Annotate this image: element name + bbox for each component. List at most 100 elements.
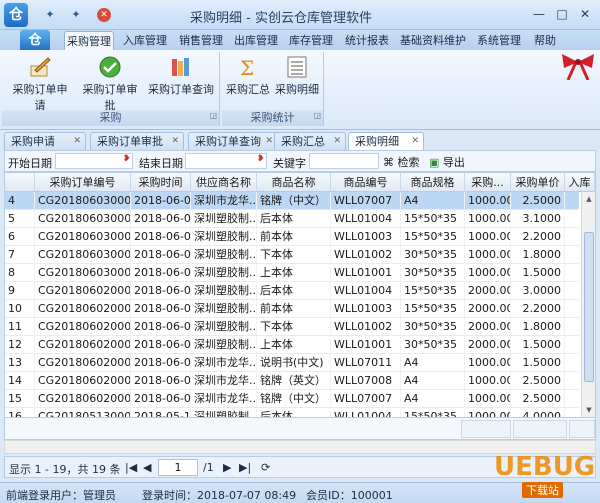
tab-outbound-management[interactable]: 出库管理	[231, 31, 281, 50]
cell-unit-price: 1.8000	[511, 246, 565, 264]
col-header-unit-price[interactable]: 采购单价	[511, 173, 565, 192]
cell-purchase-time: 2018-06-03	[131, 210, 191, 228]
doc-tab-purchase-detail[interactable]: 采购明细 ✕	[348, 132, 424, 150]
purchase-order-apply-button[interactable]: 采购订单申请	[8, 56, 72, 112]
table-row[interactable]: 10CG2018060200022018-06-02深圳塑胶制...前本体WLL…	[5, 300, 579, 318]
close-tab-icon[interactable]: ✕	[73, 133, 81, 150]
col-header-inbound[interactable]: 入库	[565, 173, 595, 192]
col-header-product-name[interactable]: 商品名称	[257, 173, 331, 192]
first-page-icon[interactable]: |◀	[125, 461, 137, 474]
tab-system-management[interactable]: 系统管理	[474, 31, 524, 50]
summary-row	[4, 418, 596, 440]
cell-index: 9	[5, 282, 35, 300]
tab-basic-data[interactable]: 基础资料维护	[398, 31, 468, 50]
cell-spec: A4	[401, 354, 465, 372]
maximize-button[interactable]: □	[551, 5, 573, 23]
tab-sales-management[interactable]: 销售管理	[175, 31, 227, 50]
app-menu-button[interactable]: 仓	[20, 30, 50, 52]
ribbon-button-label: 采购汇总	[226, 83, 270, 96]
cell-supplier: 深圳塑胶制...	[191, 246, 257, 264]
table-row[interactable]: 11CG2018060200022018-06-02深圳塑胶制...下本体WLL…	[5, 318, 579, 336]
close-tab-icon[interactable]: ✕	[333, 133, 341, 150]
table-row[interactable]: 6CG2018060300012018-06-03深圳塑胶制...前本体WLL0…	[5, 228, 579, 246]
refresh-icon[interactable]: ⟳	[261, 461, 270, 474]
col-header-supplier[interactable]: 供应商名称	[191, 173, 257, 192]
tab-inventory-management[interactable]: 库存管理	[286, 31, 336, 50]
cell-spec: 30*50*35	[401, 336, 465, 354]
tab-reports[interactable]: 统计报表	[342, 31, 392, 50]
start-date-dropdown-icon[interactable]: ❥	[123, 154, 131, 164]
cell-index: 6	[5, 228, 35, 246]
end-date-input[interactable]	[185, 153, 267, 169]
quick-access-b-icon[interactable]: ✦	[66, 7, 86, 23]
export-button[interactable]: ▣ 导出	[429, 154, 465, 170]
table-row[interactable]: 15CG2018060200012018-06-02深圳市龙华...铭牌（中文）…	[5, 390, 579, 408]
status-login-time: 登录时间：2018-07-07 08:49	[142, 489, 297, 502]
scroll-up-icon[interactable]: ▲	[582, 192, 595, 206]
ribbon-button-label: 采购明细	[275, 83, 319, 96]
scroll-down-icon[interactable]: ▼	[582, 403, 595, 417]
cell-product-name: 上本体	[257, 264, 331, 282]
table-row[interactable]: 16CG2018051300012018-05-13深圳塑胶制...后本体WLL…	[5, 408, 579, 417]
quick-access-a-icon[interactable]: ✦	[40, 7, 60, 23]
keyword-input[interactable]	[309, 153, 379, 169]
col-header-order-no[interactable]: 采购订单编号	[35, 173, 131, 192]
col-header-spec[interactable]: 商品规格	[401, 173, 465, 192]
cell-index: 11	[5, 318, 35, 336]
doc-tab-purchase-summary[interactable]: 采购汇总 ✕	[274, 132, 346, 150]
start-date-input[interactable]	[55, 153, 133, 169]
search-button[interactable]: ⌘ 检索	[383, 154, 420, 170]
cell-order-no: CG201806020001	[35, 372, 131, 390]
doc-tab-purchase-query[interactable]: 采购订单查询 ✕	[188, 132, 278, 150]
col-header-quantity[interactable]: 采购...	[465, 173, 511, 192]
table-row[interactable]: 12CG2018060200022018-06-02深圳塑胶制...上本体WLL…	[5, 336, 579, 354]
vertical-scrollbar[interactable]: ▲ ▼	[581, 192, 595, 417]
doc-tab-purchase-apply[interactable]: 采购申请 ✕	[4, 132, 86, 150]
purchase-order-approve-button[interactable]: 采购订单审批	[78, 56, 142, 112]
cell-purchase-time: 2018-06-02	[131, 354, 191, 372]
page-number-input[interactable]: 1	[158, 459, 198, 476]
table-row[interactable]: 5CG2018060300012018-06-03深圳塑胶制...后本体WLL0…	[5, 210, 579, 228]
tab-help[interactable]: 帮助	[530, 31, 560, 50]
end-date-dropdown-icon[interactable]: ❥	[257, 154, 265, 164]
close-tab-icon[interactable]: ✕	[171, 133, 179, 150]
scroll-thumb[interactable]	[584, 232, 594, 382]
table-row[interactable]: 14CG2018060200012018-06-02深圳市龙华...铭牌（英文）…	[5, 372, 579, 390]
table-row[interactable]: 8CG2018060300012018-06-03深圳塑胶制...上本体WLL0…	[5, 264, 579, 282]
cell-order-no: CG201806020002	[35, 318, 131, 336]
table-row[interactable]: 13CG2018060200012018-06-02深圳市龙华...说明书(中文…	[5, 354, 579, 372]
cell-quantity: 1000.00	[465, 246, 511, 264]
quick-close-icon[interactable]: ✕	[97, 8, 111, 22]
purchase-order-query-button[interactable]: 采购订单查询	[148, 56, 214, 102]
cell-quantity: 2000.00	[465, 336, 511, 354]
purchase-detail-button[interactable]: 采购明细	[274, 56, 320, 102]
cell-product-code: WLL01004	[331, 408, 401, 417]
sigma-icon: Σ	[240, 56, 254, 78]
cell-unit-price: 2.5000	[511, 192, 565, 210]
tab-inbound-management[interactable]: 入库管理	[120, 31, 170, 50]
cell-product-code: WLL07011	[331, 354, 401, 372]
last-page-icon[interactable]: ▶|	[239, 461, 251, 474]
minimize-button[interactable]: —	[528, 5, 550, 23]
app-logo[interactable]: 仓	[4, 3, 28, 27]
close-button[interactable]: ✕	[574, 5, 596, 23]
table-row[interactable]: 4CG2018060300022018-06-03深圳市龙华...铭牌（中文）W…	[5, 192, 579, 210]
purchase-summary-button[interactable]: Σ 采购汇总	[226, 56, 270, 102]
group-launcher-icon[interactable]: ◲	[313, 108, 321, 124]
close-tab-icon[interactable]: ✕	[265, 133, 273, 150]
cell-quantity: 1000.00	[465, 372, 511, 390]
table-row[interactable]: 7CG2018060300012018-06-03深圳塑胶制...下本体WLL0…	[5, 246, 579, 264]
ribbon-button-label: 采购订单申请	[12, 83, 68, 112]
col-header-product-code[interactable]: 商品编号	[331, 173, 401, 192]
next-page-icon[interactable]: ▶	[223, 461, 231, 474]
col-header-index[interactable]	[5, 173, 35, 192]
close-tab-icon[interactable]: ✕	[411, 133, 419, 150]
cell-product-code: WLL01002	[331, 246, 401, 264]
cell-index: 10	[5, 300, 35, 318]
col-header-purchase-time[interactable]: 采购时间	[131, 173, 191, 192]
tab-purchase-management[interactable]: 采购管理	[64, 31, 114, 50]
table-row[interactable]: 9CG2018060200022018-06-02深圳塑胶制...后本体WLL0…	[5, 282, 579, 300]
group-launcher-icon[interactable]: ◲	[209, 108, 217, 124]
prev-page-icon[interactable]: ◀	[143, 461, 151, 474]
doc-tab-purchase-approve[interactable]: 采购订单审批 ✕	[90, 132, 184, 150]
